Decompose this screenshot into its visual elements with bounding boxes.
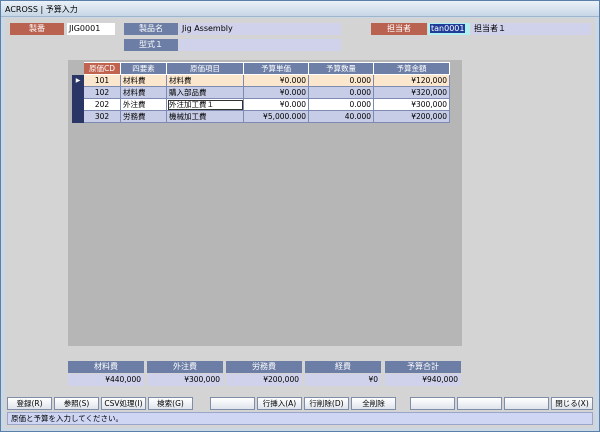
col-header-unit-price[interactable]: 予算単価 bbox=[243, 62, 309, 75]
function-button-11[interactable] bbox=[504, 397, 549, 410]
cell-unit-price[interactable]: ¥0.000 bbox=[243, 86, 309, 99]
cell-qty[interactable]: 0.000 bbox=[308, 98, 374, 111]
budget-grid-panel[interactable]: 原価CD 四要素 原価項目 予算単価 予算数量 予算金額 ▶ 101 材料費 材… bbox=[68, 60, 462, 346]
cell-cost-cd[interactable]: 101 bbox=[83, 74, 121, 87]
seiban-label: 製番 bbox=[10, 23, 64, 35]
client-area: 製番 JIG0001 製品名 Jig Assembly 型式１ 担当者 tan0… bbox=[5, 18, 595, 428]
cell-cost-item[interactable]: 外注加工費１ bbox=[166, 98, 244, 111]
cell-amount[interactable]: ¥120,000 bbox=[373, 74, 450, 87]
grid-corner bbox=[72, 62, 84, 75]
table-row[interactable]: ▶ 101 材料費 材料費 ¥0.000 0.000 ¥120,000 bbox=[72, 74, 450, 87]
budget-total-label: 予算合計 bbox=[385, 361, 461, 373]
col-header-element[interactable]: 四要素 bbox=[120, 62, 167, 75]
model-label: 型式１ bbox=[124, 39, 178, 51]
col-header-cost-cd[interactable]: 原価CD bbox=[83, 62, 121, 75]
function-button-bar: 登録(R) 参照(S) CSV処理(I) 検索(G) 行挿入(A) 行削除(D)… bbox=[7, 397, 593, 411]
labor-cost-total: ¥200,000 bbox=[226, 374, 302, 386]
row-header bbox=[72, 110, 84, 123]
function-button-10[interactable] bbox=[457, 397, 502, 410]
cell-cost-item[interactable]: 材料費 bbox=[166, 74, 244, 87]
col-header-cost-item[interactable]: 原価項目 bbox=[166, 62, 244, 75]
person-label: 担当者 bbox=[371, 23, 427, 35]
csv-process-button[interactable]: CSV処理(I) bbox=[101, 397, 146, 410]
cell-element[interactable]: 材料費 bbox=[120, 74, 167, 87]
cell-qty[interactable]: 40.000 bbox=[308, 110, 374, 123]
cell-unit-price[interactable]: ¥5,000.000 bbox=[243, 110, 309, 123]
person-code-selection: tan0001 bbox=[430, 24, 466, 33]
outsource-cost-total: ¥300,000 bbox=[147, 374, 223, 386]
function-button-5[interactable] bbox=[210, 397, 255, 410]
delete-all-button[interactable]: 全削除 bbox=[351, 397, 396, 410]
person-code-field[interactable]: tan0001 bbox=[428, 23, 470, 35]
cell-cost-cd[interactable]: 202 bbox=[83, 98, 121, 111]
material-cost-label: 材料費 bbox=[68, 361, 144, 373]
cell-cost-item[interactable]: 機械加工費 bbox=[166, 110, 244, 123]
cell-element[interactable]: 材料費 bbox=[120, 86, 167, 99]
product-name-label: 製品名 bbox=[124, 23, 178, 35]
title-bar: ACROSS | 予算入力 bbox=[1, 1, 599, 17]
cell-qty[interactable]: 0.000 bbox=[308, 86, 374, 99]
app-window: ACROSS | 予算入力 製番 JIG0001 製品名 Jig Assembl… bbox=[0, 0, 600, 432]
table-row[interactable]: 302 労務費 機械加工費 ¥5,000.000 40.000 ¥200,000 bbox=[72, 110, 450, 123]
search-button[interactable]: 検索(G) bbox=[148, 397, 193, 410]
seiban-field[interactable]: JIG0001 bbox=[67, 23, 115, 35]
reference-button[interactable]: 参照(S) bbox=[54, 397, 99, 410]
delete-row-button[interactable]: 行削除(D) bbox=[304, 397, 349, 410]
budget-total-value: ¥940,000 bbox=[385, 374, 461, 386]
window-title: ACROSS | 予算入力 bbox=[5, 5, 78, 14]
outsource-cost-label: 外注費 bbox=[147, 361, 223, 373]
cell-cost-cd[interactable]: 102 bbox=[83, 86, 121, 99]
insert-row-button[interactable]: 行挿入(A) bbox=[257, 397, 302, 410]
row-header bbox=[72, 98, 84, 111]
person-name-field: 担当者１ bbox=[471, 23, 591, 35]
grid-header-row: 原価CD 四要素 原価項目 予算単価 予算数量 予算金額 bbox=[72, 62, 450, 75]
expense-total: ¥0 bbox=[305, 374, 381, 386]
material-cost-total: ¥440,000 bbox=[68, 374, 144, 386]
cell-unit-price[interactable]: ¥0.000 bbox=[243, 74, 309, 87]
status-bar: 原価と予算を入力してください。 bbox=[7, 412, 593, 425]
expense-label: 経費 bbox=[305, 361, 381, 373]
model-field bbox=[179, 39, 341, 51]
table-row[interactable]: 102 材料費 購入部品費 ¥0.000 0.000 ¥320,000 bbox=[72, 86, 450, 99]
budget-grid[interactable]: 原価CD 四要素 原価項目 予算単価 予算数量 予算金額 ▶ 101 材料費 材… bbox=[72, 62, 450, 123]
function-button-9[interactable] bbox=[410, 397, 455, 410]
col-header-qty[interactable]: 予算数量 bbox=[308, 62, 374, 75]
cell-element[interactable]: 外注費 bbox=[120, 98, 167, 111]
labor-cost-label: 労務費 bbox=[226, 361, 302, 373]
cell-unit-price[interactable]: ¥0.000 bbox=[243, 98, 309, 111]
product-name-field: Jig Assembly bbox=[179, 23, 341, 35]
cell-amount[interactable]: ¥320,000 bbox=[373, 86, 450, 99]
cell-amount[interactable]: ¥300,000 bbox=[373, 98, 450, 111]
table-row[interactable]: 202 外注費 外注加工費１ ¥0.000 0.000 ¥300,000 bbox=[72, 98, 450, 111]
cell-qty[interactable]: 0.000 bbox=[308, 74, 374, 87]
cell-amount[interactable]: ¥200,000 bbox=[373, 110, 450, 123]
cell-cost-item[interactable]: 購入部品費 bbox=[166, 86, 244, 99]
register-button[interactable]: 登録(R) bbox=[7, 397, 52, 410]
row-header bbox=[72, 86, 84, 99]
col-header-amount[interactable]: 予算金額 bbox=[373, 62, 450, 75]
close-button[interactable]: 閉じる(X) bbox=[551, 397, 593, 410]
cell-element[interactable]: 労務費 bbox=[120, 110, 167, 123]
current-row-indicator-icon: ▶ bbox=[72, 74, 84, 87]
cell-cost-cd[interactable]: 302 bbox=[83, 110, 121, 123]
